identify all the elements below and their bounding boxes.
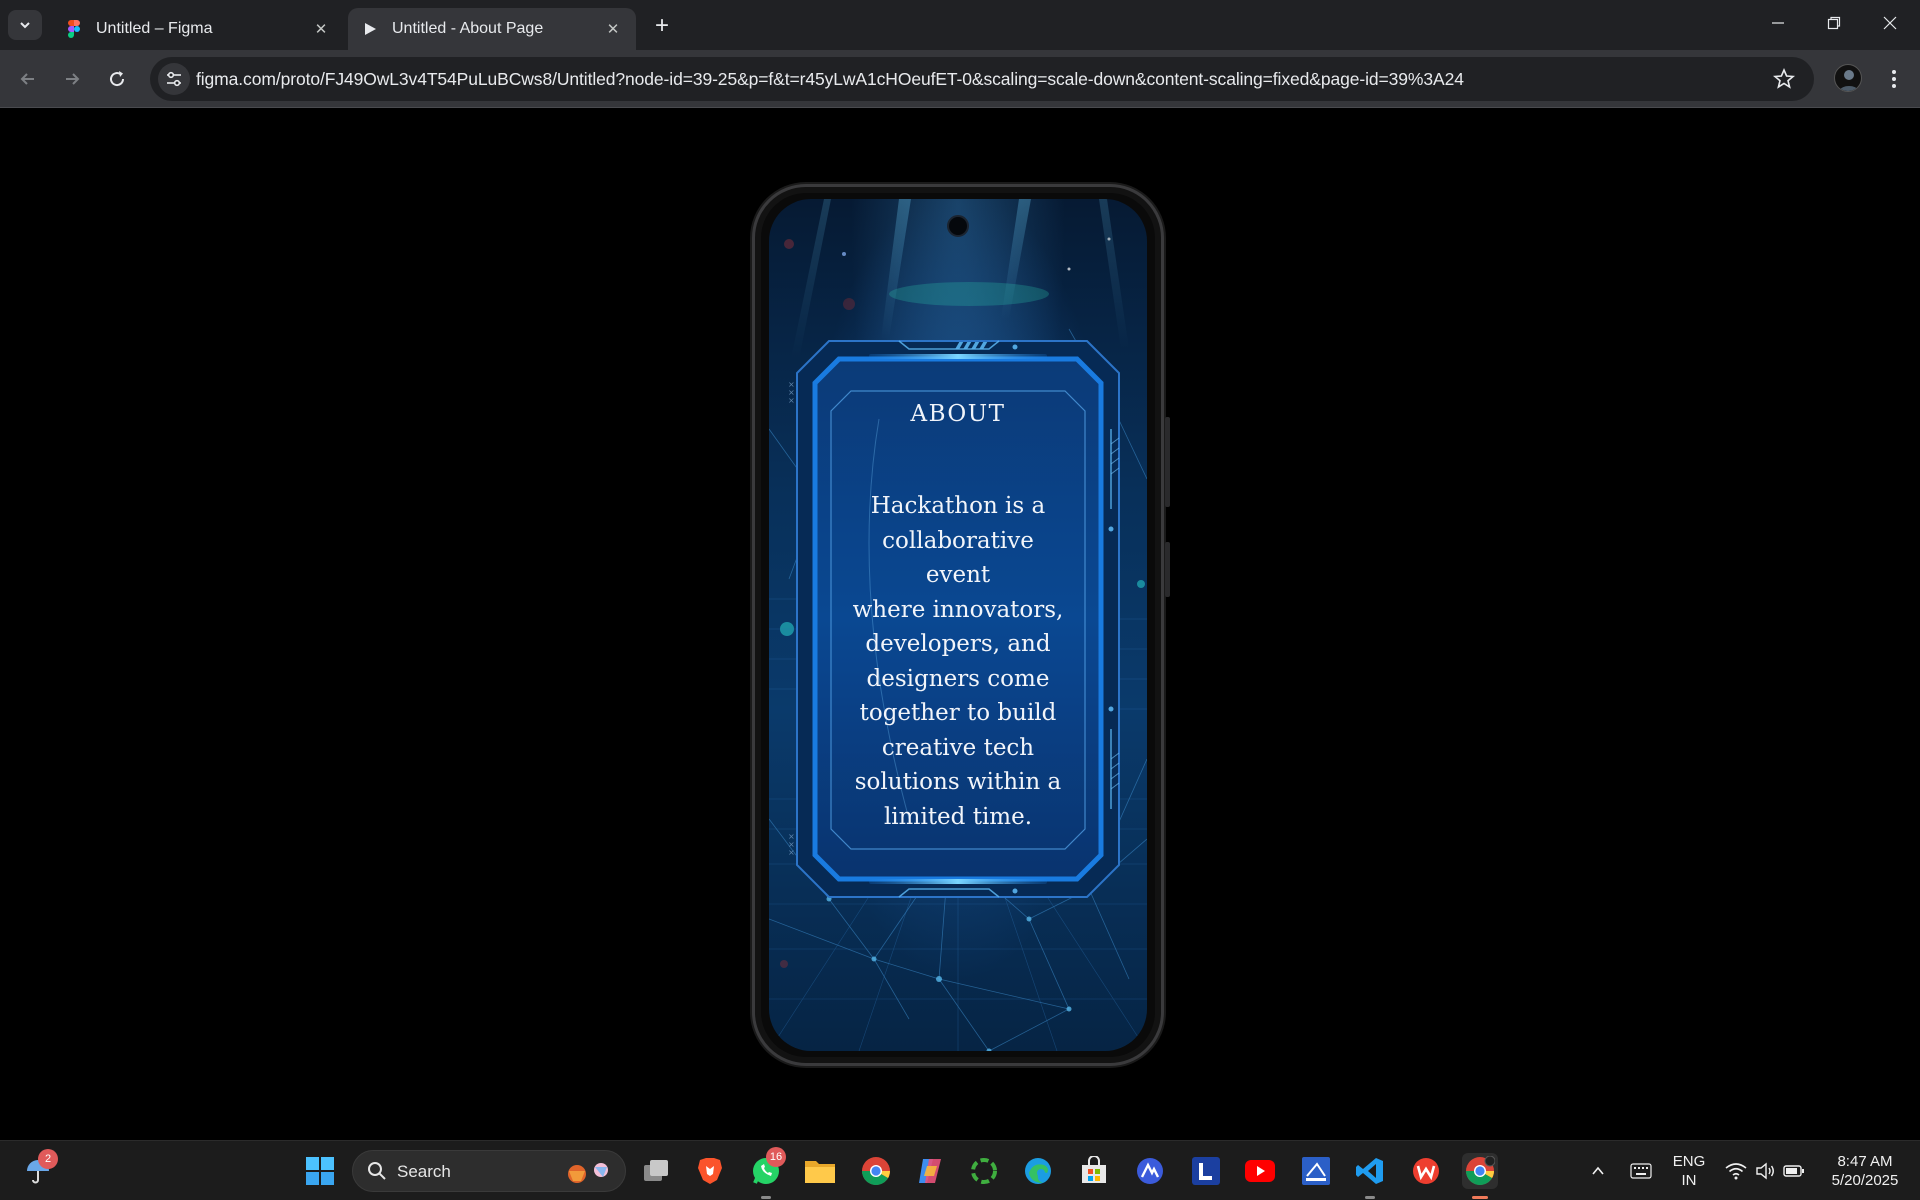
- weather-widget[interactable]: 2: [20, 1149, 58, 1189]
- about-description-line: Hackathon is a: [870, 493, 1046, 519]
- play-icon: [362, 20, 378, 38]
- phone-side-button: [1165, 542, 1170, 597]
- tab-about-page[interactable]: Untitled - About Page ✕: [348, 8, 636, 50]
- language-indicator[interactable]: ENG IN: [1666, 1152, 1712, 1190]
- brave-browser-icon[interactable]: [692, 1153, 728, 1189]
- weather-badge: 2: [38, 1149, 58, 1169]
- wps-office-icon[interactable]: [1408, 1153, 1444, 1189]
- bookmark-star-icon[interactable]: [1772, 67, 1796, 91]
- minimize-icon: [1772, 22, 1784, 24]
- task-view-button[interactable]: [638, 1153, 674, 1189]
- about-heading: ABOUT: [910, 401, 1006, 427]
- about-description-line: together to build: [859, 700, 1057, 726]
- wifi-icon: [1725, 1163, 1747, 1180]
- search-icon: [368, 1162, 386, 1180]
- youtube-icon[interactable]: [1242, 1153, 1278, 1189]
- new-tab-button[interactable]: +: [648, 12, 676, 40]
- figma-icon: [66, 20, 82, 38]
- about-description-line: designers come: [866, 665, 1050, 692]
- tab-figma-editor[interactable]: Untitled – Figma ✕: [52, 8, 344, 50]
- running-indicator: [1365, 1196, 1375, 1199]
- prototype-viewport: × × × × × × ABOUT Hackathon is a collaborati…: [0, 109, 1920, 1140]
- vscode-icon[interactable]: [1352, 1153, 1388, 1199]
- tab-search-button[interactable]: [8, 10, 42, 40]
- arrow-right-icon: [66, 73, 80, 85]
- windows-taskbar: 2 Search 16 ENG IN 8:47 AM 5/20/2025: [0, 1140, 1920, 1200]
- chevron-down-icon: [20, 22, 30, 29]
- whatsapp-icon[interactable]: 16: [748, 1147, 786, 1199]
- address-bar[interactable]: figma.com/proto/FJ49OwL3v4T54PuLuBCws8/U…: [150, 57, 1814, 101]
- arrow-left-icon: [20, 73, 34, 85]
- svg-text:×: ×: [789, 848, 795, 857]
- taskbar-search[interactable]: Search: [352, 1150, 626, 1192]
- l-app-icon[interactable]: [1188, 1153, 1224, 1189]
- loading-app-icon[interactable]: [966, 1153, 1002, 1189]
- chrome-active-icon[interactable]: [1462, 1153, 1498, 1199]
- about-description-line: developers, and: [865, 631, 1051, 657]
- windows-logo-icon: [306, 1157, 334, 1185]
- edge-icon[interactable]: [1020, 1153, 1056, 1189]
- close-icon: [1883, 16, 1897, 30]
- phone-side-button: [1165, 417, 1170, 507]
- reload-icon: [110, 71, 125, 87]
- about-description: Hackathon is a collaborative event where…: [847, 489, 1069, 834]
- minimize-button[interactable]: [1750, 0, 1806, 46]
- clock-date: 5/20/2025: [1831, 1172, 1899, 1189]
- browser-tab-strip: Untitled – Figma ✕ Untitled - About Page…: [0, 0, 1920, 50]
- tune-icon: [167, 71, 181, 87]
- search-highlight-icon: [568, 1163, 608, 1183]
- show-hidden-icons-button[interactable]: [1582, 1153, 1614, 1189]
- about-description-line: where innovators,: [852, 596, 1064, 623]
- quick-settings-button[interactable]: [1718, 1153, 1812, 1189]
- tab-title: Untitled – Figma: [96, 20, 213, 37]
- document-app-icon[interactable]: [1298, 1153, 1334, 1189]
- copilot-agent-icon[interactable]: [1132, 1153, 1168, 1189]
- site-info-button[interactable]: [158, 63, 190, 95]
- chevron-up-icon: [1592, 1166, 1604, 1175]
- close-icon[interactable]: ✕: [604, 20, 622, 38]
- restore-button[interactable]: [1806, 0, 1862, 46]
- url-text[interactable]: figma.com/proto/FJ49OwL3v4T54PuLuBCws8/U…: [196, 69, 1464, 90]
- close-window-button[interactable]: [1862, 0, 1918, 46]
- forward-button[interactable]: [56, 63, 88, 95]
- clock-time: 8:47 AM: [1837, 1153, 1893, 1170]
- about-description-line: collaborative event: [882, 527, 1034, 589]
- back-button[interactable]: [12, 63, 44, 95]
- region-code: IN: [1681, 1172, 1697, 1189]
- volume-icon: [1756, 1162, 1774, 1180]
- tab-title: Untitled - About Page: [392, 20, 544, 37]
- microsoft-store-icon[interactable]: [1076, 1153, 1112, 1189]
- whatsapp-badge: 16: [766, 1147, 786, 1167]
- restore-icon: [1827, 16, 1841, 30]
- about-description-line: solutions within a: [854, 769, 1062, 795]
- about-description-line: limited time.: [883, 803, 1033, 830]
- language-code: ENG: [1672, 1153, 1706, 1170]
- task-view-icon: [644, 1160, 668, 1181]
- copilot-icon[interactable]: [912, 1153, 948, 1189]
- battery-icon: [1783, 1165, 1804, 1177]
- file-explorer-icon[interactable]: [802, 1153, 838, 1189]
- front-camera: [947, 215, 969, 237]
- browser-toolbar: figma.com/proto/FJ49OwL3v4T54PuLuBCws8/U…: [0, 50, 1920, 108]
- start-button[interactable]: [302, 1153, 338, 1189]
- about-description-line: creative tech: [881, 734, 1035, 761]
- phone-screen: × × × × × × ABOUT Hackathon is a collaborati…: [769, 199, 1147, 1051]
- close-icon[interactable]: ✕: [312, 20, 330, 38]
- search-label: Search: [397, 1162, 451, 1181]
- reload-button[interactable]: [101, 63, 133, 95]
- chrome-icon[interactable]: [858, 1153, 894, 1189]
- phone-frame: × × × × × × ABOUT Hackathon is a collaborati…: [752, 184, 1170, 1066]
- profile-avatar[interactable]: [1834, 64, 1862, 92]
- avatar-icon: [1839, 70, 1859, 91]
- active-indicator: [1472, 1196, 1488, 1199]
- clock[interactable]: 8:47 AM 5/20/2025: [1818, 1152, 1912, 1190]
- running-indicator: [761, 1196, 771, 1199]
- browser-menu-button[interactable]: [1882, 64, 1906, 94]
- keyboard-icon[interactable]: [1624, 1153, 1658, 1189]
